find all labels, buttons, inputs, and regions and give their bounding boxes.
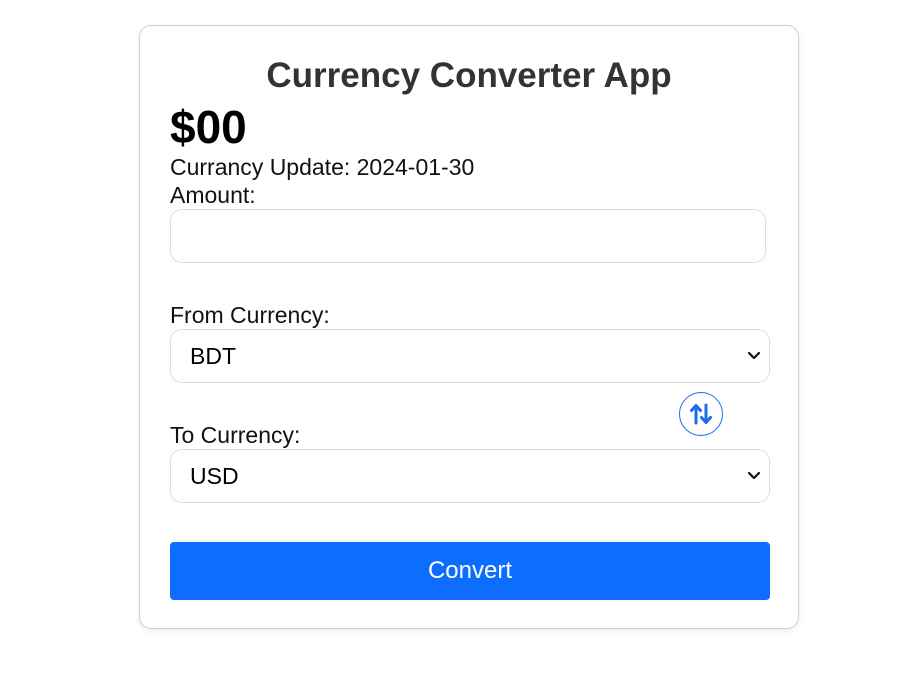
chevron-down-icon bbox=[747, 471, 761, 480]
swap-vertical-arrows-icon bbox=[690, 403, 712, 425]
converter-card: Currency Converter App $00 Currancy Upda… bbox=[139, 25, 799, 629]
currency-update-text: Currancy Update: 2024-01-30 bbox=[170, 154, 475, 180]
amount-label: Amount: bbox=[170, 182, 256, 208]
converted-amount: $00 bbox=[170, 101, 247, 153]
amount-input[interactable] bbox=[170, 209, 766, 263]
from-currency-select[interactable]: BDT bbox=[170, 329, 770, 383]
chevron-down-icon bbox=[747, 351, 761, 360]
to-currency-label: To Currency: bbox=[170, 422, 301, 448]
app-title: Currency Converter App bbox=[266, 56, 672, 95]
to-currency-value: USD bbox=[190, 463, 239, 489]
from-currency-label: From Currency: bbox=[170, 302, 330, 328]
convert-button[interactable]: Convert bbox=[170, 542, 770, 600]
from-currency-value: BDT bbox=[190, 343, 236, 369]
to-currency-select[interactable]: USD bbox=[170, 449, 770, 503]
swap-currencies-button[interactable] bbox=[679, 392, 723, 436]
